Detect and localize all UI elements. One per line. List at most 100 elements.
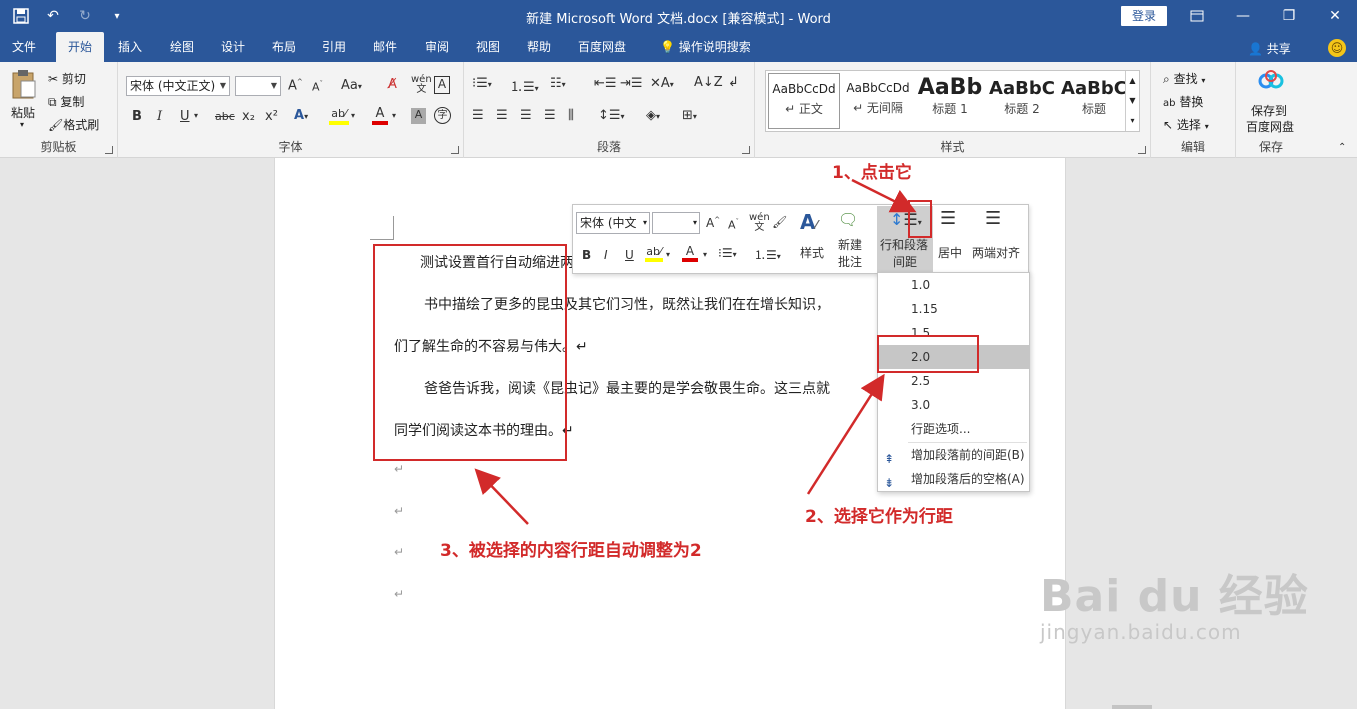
mini-shrink-font-icon[interactable]: Aˇ (728, 218, 739, 232)
mini-italic-button[interactable]: I (604, 248, 608, 262)
paste-dropdown-icon[interactable]: ▾ (20, 120, 24, 129)
mini-font-color-dropdown-icon[interactable]: ▾ (703, 250, 707, 259)
minimize-icon[interactable]: — (1220, 4, 1266, 28)
sort-icon[interactable]: A↓Z (694, 75, 723, 90)
line-spacing-option-1-15[interactable]: 1.15 (878, 297, 1029, 321)
align-right-icon[interactable]: ☰ (520, 108, 532, 123)
line-spacing-options-more[interactable]: 行距选项... (878, 417, 1029, 441)
share-button[interactable]: 👤 共享 (1248, 40, 1291, 57)
feedback-smiley-icon[interactable]: ☺ (1328, 39, 1346, 57)
bold-button[interactable]: B (132, 109, 142, 124)
tab-references[interactable]: 引用 (314, 32, 354, 62)
tab-insert[interactable]: 插入 (110, 32, 150, 62)
italic-button[interactable]: I (157, 109, 162, 124)
paste-icon[interactable] (10, 68, 38, 100)
text-effects-icon[interactable]: A▾ (294, 108, 308, 123)
tab-review[interactable]: 审阅 (417, 32, 457, 62)
cut-button[interactable]: ✂ 剪切 (48, 70, 86, 87)
style-title[interactable]: AaBbC 标题 (1058, 73, 1130, 129)
style-heading-1[interactable]: AaBb 标题 1 (914, 73, 986, 129)
bullets-icon[interactable]: ⁝☰▾ (472, 76, 492, 91)
new-comment-button-line2[interactable]: 批注 (838, 253, 862, 270)
ribbon-display-options-icon[interactable] (1174, 4, 1220, 28)
mini-font-combo[interactable]: 宋体 (中文 ▾ (576, 212, 650, 234)
justify-align-icon[interactable]: ☰ (985, 208, 1001, 229)
restore-icon[interactable]: ❐ (1266, 4, 1312, 28)
mini-phonetic-icon[interactable]: wén 文 (749, 213, 770, 233)
mini-bold-button[interactable]: B (582, 248, 591, 262)
close-icon[interactable]: ✕ (1312, 4, 1357, 28)
grow-font-icon[interactable]: A^ (288, 78, 303, 93)
paragraph-launcher-icon[interactable] (742, 146, 750, 154)
shading-icon[interactable]: ◈▾ (646, 108, 660, 123)
character-shading-icon[interactable]: A (411, 108, 426, 124)
clear-formatting-icon[interactable]: A̸ (388, 77, 397, 92)
tab-help[interactable]: 帮助 (519, 32, 559, 62)
center-button[interactable]: 居中 (938, 244, 962, 261)
superscript-button[interactable]: x² (265, 109, 278, 124)
tab-design[interactable]: 设计 (213, 32, 253, 62)
mini-underline-button[interactable]: U (625, 248, 634, 262)
mini-font-color-icon[interactable]: A (682, 244, 698, 262)
save-to-netdisk-button[interactable]: 保存到 (1251, 102, 1287, 119)
decrease-indent-icon[interactable]: ⇤☰ (594, 76, 617, 91)
baidu-netdisk-icon[interactable] (1256, 70, 1286, 96)
align-center-icon[interactable]: ☰ (496, 108, 508, 123)
find-button[interactable]: ⌕ 查找 ▾ (1163, 70, 1205, 87)
character-border-icon[interactable]: A (434, 76, 450, 94)
style-heading-2[interactable]: AaBbC 标题 2 (986, 73, 1058, 129)
shrink-font-icon[interactable]: Aˇ (312, 80, 323, 94)
mini-highlight-icon[interactable]: ab⁄ (645, 244, 663, 262)
new-comment-icon[interactable]: 🗨 (838, 210, 858, 229)
tab-file[interactable]: 文件 (4, 32, 44, 62)
font-size-combo[interactable]: ▼ (235, 76, 281, 96)
line-spacing-button[interactable]: 行和段落 (880, 236, 928, 253)
horizontal-scrollbar[interactable] (1112, 705, 1152, 709)
mini-format-painter-icon[interactable]: 🖌 (772, 215, 787, 229)
tab-home[interactable]: 开始 (56, 32, 104, 62)
new-comment-button[interactable]: 新建 (838, 236, 862, 253)
mini-styles-button[interactable]: 样式 (800, 244, 824, 261)
select-button[interactable]: ↖ 选择 ▾ (1163, 116, 1209, 133)
justify-button[interactable]: 两端对齐 (972, 244, 1020, 261)
styles-launcher-icon[interactable] (1138, 146, 1146, 154)
tab-mailings[interactable]: 邮件 (365, 32, 405, 62)
change-case-button[interactable]: Aa▾ (341, 78, 362, 93)
tab-layout[interactable]: 布局 (264, 32, 304, 62)
font-launcher-icon[interactable] (451, 146, 459, 154)
mini-grow-font-icon[interactable]: A^ (706, 216, 720, 230)
style-no-spacing[interactable]: AaBbCcDd ↵ 无间隔 (842, 73, 914, 129)
phonetic-guide-icon[interactable]: wén 文 (411, 75, 432, 95)
justify-icon[interactable]: ☰ (544, 108, 556, 123)
style-normal[interactable]: AaBbCcDd ↵ 正文 (768, 73, 840, 129)
align-left-icon[interactable]: ☰ (472, 108, 484, 123)
replace-button[interactable]: ab 替换 (1163, 93, 1203, 110)
increase-indent-icon[interactable]: ⇥☰ (620, 76, 643, 91)
strikethrough-button[interactable]: abc (215, 110, 235, 123)
paste-button[interactable]: 粘贴 (11, 104, 35, 121)
font-name-combo[interactable]: 宋体 (中文正文) ▼ (126, 76, 230, 96)
styles-scroll[interactable]: ▲ ▼ ▾ (1125, 71, 1139, 131)
underline-dropdown-icon[interactable]: ▾ (194, 111, 198, 120)
line-spacing-option-1-0[interactable]: 1.0 (878, 273, 1029, 297)
add-space-before-item[interactable]: ⇞ 增加段落前的间距(B) (878, 443, 1029, 467)
font-color-dropdown-icon[interactable]: ▾ (392, 111, 396, 120)
copy-button[interactable]: ⧉ 复制 (48, 93, 84, 110)
enclosed-characters-icon[interactable]: 字 (434, 107, 451, 124)
clipboard-launcher-icon[interactable] (105, 146, 113, 154)
multilevel-list-icon[interactable]: ☷▾ (550, 76, 566, 91)
highlight-icon[interactable]: ab⁄ (329, 106, 349, 125)
collapse-ribbon-icon[interactable]: ⌃ (1338, 142, 1346, 153)
subscript-button[interactable]: x₂ (242, 109, 255, 124)
login-button[interactable]: 登录 (1121, 6, 1167, 26)
line-spacing-ribbon-icon[interactable]: ↕☰▾ (598, 108, 625, 123)
center-align-icon[interactable]: ☰ (940, 208, 956, 229)
distributed-icon[interactable]: ⫼ (568, 108, 574, 123)
tab-baidu-netdisk[interactable]: 百度网盘 (570, 32, 634, 62)
chinese-layout-icon[interactable]: ✕A▾ (650, 76, 674, 91)
tab-draw[interactable]: 绘图 (162, 32, 202, 62)
underline-button[interactable]: U (180, 109, 190, 124)
mini-bullets-icon[interactable]: ⁝☰▾ (718, 246, 737, 260)
line-spacing-button-line2[interactable]: 间距 (893, 253, 917, 270)
mini-numbering-icon[interactable]: ⒈☰▾ (754, 246, 781, 263)
